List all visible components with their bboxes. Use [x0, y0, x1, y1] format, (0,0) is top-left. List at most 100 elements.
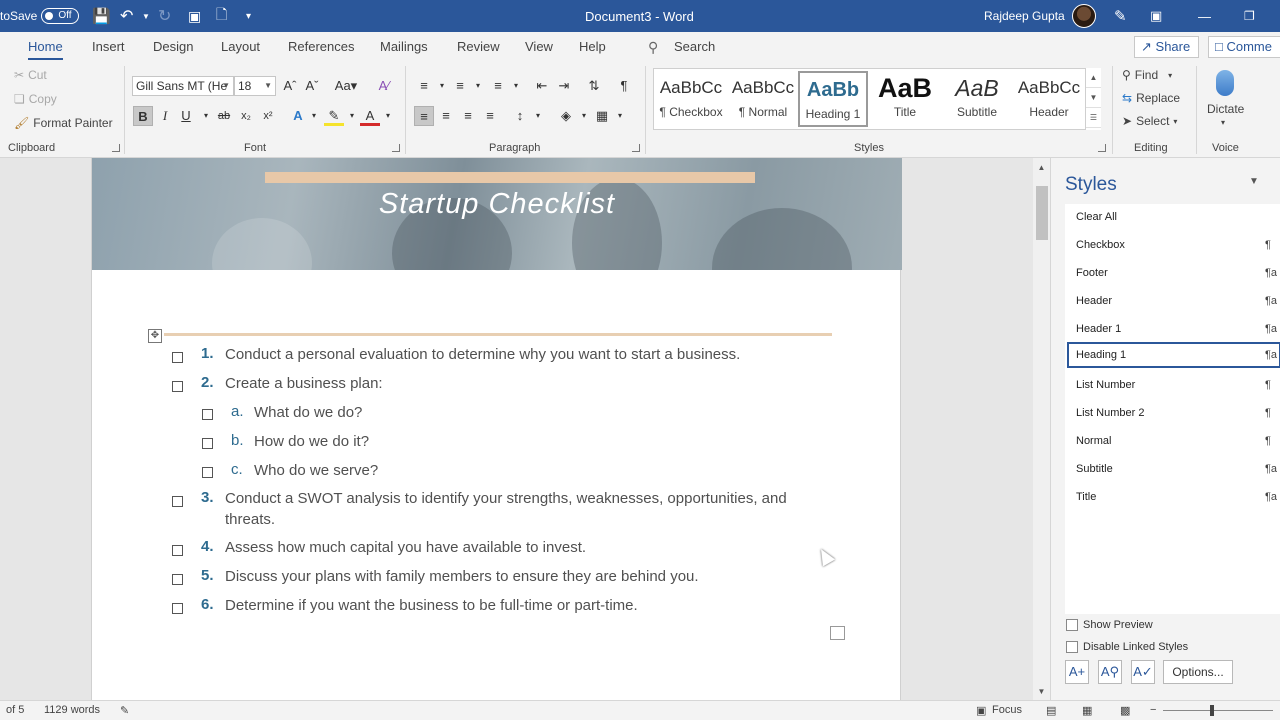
superscript-button[interactable]: x²	[258, 106, 278, 126]
checkbox[interactable]	[172, 574, 183, 585]
line-spacing-dropdown-icon[interactable]: ▾	[528, 106, 548, 126]
format-painter-button[interactable]: 🖌 Format Painter	[14, 116, 113, 130]
font-name-combo[interactable]: Gill Sans MT (He ▼	[132, 76, 234, 96]
ribbon-display-icon[interactable]: ▣	[1150, 0, 1162, 32]
highlight-icon[interactable]: ✎	[324, 106, 344, 126]
scroll-thumb[interactable]	[1036, 186, 1048, 240]
style-item-clear-all[interactable]: Clear All	[1065, 204, 1280, 230]
checkbox[interactable]	[172, 381, 183, 392]
disable-linked-styles-checkbox[interactable]	[1066, 641, 1078, 653]
style-item-normal[interactable]: Normal ¶	[1065, 428, 1280, 454]
web-layout-icon[interactable]: ▩	[1120, 704, 1130, 717]
font-color-icon[interactable]: A	[360, 106, 380, 126]
focus-icon[interactable]: ▣	[976, 704, 986, 717]
font-size-combo[interactable]: 18 ▼	[234, 76, 276, 96]
select-button[interactable]: ➤ Select ▾	[1122, 114, 1177, 128]
align-center-icon[interactable]: ≡	[436, 106, 456, 126]
tab-review[interactable]: Review	[457, 32, 500, 62]
text-effects-dropdown-icon[interactable]: ▾	[304, 106, 324, 126]
vertical-scrollbar[interactable]: ▲ ▼	[1033, 158, 1050, 700]
style-item-heading-1[interactable]: Heading 1 ¶a	[1067, 342, 1280, 368]
zoom-slider-thumb[interactable]	[1210, 705, 1214, 716]
comments-button[interactable]: □ Comme	[1208, 36, 1280, 58]
tab-references[interactable]: References	[288, 32, 354, 62]
checkbox[interactable]	[172, 496, 183, 507]
checkbox[interactable]	[172, 352, 183, 363]
align-right-icon[interactable]: ≡	[458, 106, 478, 126]
style-item-list-number[interactable]: List Number ¶	[1065, 372, 1280, 398]
tab-design[interactable]: Design	[153, 32, 193, 62]
justify-icon[interactable]: ≡	[480, 106, 500, 126]
multilevel-list-icon[interactable]: ≡	[488, 76, 508, 96]
bullets-icon[interactable]: ≡	[414, 76, 434, 96]
bold-button[interactable]: B	[133, 106, 153, 126]
checkbox[interactable]	[202, 409, 213, 420]
align-left-icon[interactable]: ≡	[414, 106, 434, 126]
underline-button[interactable]: U	[176, 106, 196, 126]
increase-indent-icon[interactable]: ⇥	[554, 76, 574, 96]
style-item-checkbox[interactable]: Checkbox ¶	[1065, 232, 1280, 258]
tab-layout[interactable]: Layout	[221, 32, 260, 62]
font-color-dropdown-icon[interactable]: ▾	[378, 106, 398, 126]
scroll-down-icon[interactable]: ▼	[1033, 684, 1050, 700]
paragraph-launcher-icon[interactable]	[632, 144, 640, 152]
style-normal[interactable]: AaBbCc ¶ Normal	[728, 71, 798, 127]
checkbox[interactable]	[202, 467, 213, 478]
show-marks-icon[interactable]: ¶	[614, 76, 634, 96]
dictate-button[interactable]: Dictate	[1207, 102, 1244, 116]
table-move-handle-icon[interactable]: ✥	[148, 329, 162, 343]
font-launcher-icon[interactable]	[392, 144, 400, 152]
redo-icon[interactable]: ↻	[158, 0, 171, 32]
italic-button[interactable]: I	[155, 106, 175, 126]
copy-button[interactable]: ❏ Copy	[14, 92, 57, 106]
word-count[interactable]: 1129 words	[44, 704, 100, 716]
microphone-icon[interactable]	[1216, 70, 1234, 96]
customize-qat-icon[interactable]: ▾	[246, 0, 251, 32]
proofing-icon[interactable]: ✎	[120, 704, 129, 717]
focus-mode-label[interactable]: Focus	[992, 704, 1022, 716]
replace-button[interactable]: ⇆ Replace	[1122, 91, 1180, 105]
style-item-title[interactable]: Title ¶a	[1065, 484, 1280, 510]
shading-icon[interactable]: ◈	[556, 106, 576, 126]
zoom-out-icon[interactable]: −	[1150, 704, 1156, 716]
undo-icon[interactable]: ↶	[120, 0, 133, 32]
document-page[interactable]: Startup Checklist ✥ 1. Conduct a persona…	[91, 158, 902, 700]
restore-icon[interactable]: ❐	[1244, 0, 1255, 32]
checkbox[interactable]	[172, 545, 183, 556]
clipboard-launcher-icon[interactable]	[112, 144, 120, 152]
pen-icon[interactable]: ✎	[1114, 0, 1127, 32]
print-layout-icon[interactable]: ▦	[1082, 704, 1092, 717]
highlight-dropdown-icon[interactable]: ▾	[342, 106, 362, 126]
new-style-icon[interactable]: A+	[1065, 660, 1089, 684]
style-item-subtitle[interactable]: Subtitle ¶a	[1065, 456, 1280, 482]
checkbox[interactable]	[172, 603, 183, 614]
shrink-font-icon[interactable]: Aˇ	[302, 76, 322, 96]
save-icon[interactable]: 💾	[92, 0, 111, 32]
share-button[interactable]: ↗ Share	[1134, 36, 1200, 58]
style-header[interactable]: AaBbCc Header	[1014, 71, 1084, 127]
touch-mode-icon[interactable]: ▣	[188, 0, 201, 32]
subscript-button[interactable]: x₂	[236, 106, 256, 126]
tab-help[interactable]: Help	[579, 32, 606, 62]
tab-insert[interactable]: Insert	[92, 32, 125, 62]
find-button[interactable]: ⚲ Find ▾	[1122, 68, 1172, 82]
search-icon[interactable]: ⚲	[648, 32, 658, 62]
grow-font-icon[interactable]: Aˆ	[280, 76, 300, 96]
show-preview-checkbox[interactable]	[1066, 619, 1078, 631]
style-heading-1[interactable]: AaBb Heading 1	[798, 71, 868, 127]
styles-launcher-icon[interactable]	[1098, 144, 1106, 152]
style-item-header[interactable]: Header ¶a	[1065, 288, 1280, 314]
manage-styles-icon[interactable]: A✓	[1131, 660, 1155, 684]
search-box[interactable]: Search	[674, 32, 715, 62]
dictate-dropdown-icon[interactable]: ▾	[1221, 118, 1225, 127]
line-spacing-icon[interactable]: ↕	[510, 106, 530, 126]
clear-formatting-icon[interactable]: A∕	[374, 76, 394, 96]
pane-options-icon[interactable]: ▼	[1249, 176, 1259, 187]
decrease-indent-icon[interactable]: ⇤	[532, 76, 552, 96]
user-name[interactable]: Rajdeep Gupta	[984, 0, 1065, 32]
zoom-slider[interactable]	[1163, 710, 1273, 711]
autosave-toggle[interactable]: Off	[41, 8, 80, 24]
gallery-up-icon[interactable]: ▲	[1086, 68, 1101, 88]
page-count[interactable]: of 5	[6, 704, 24, 716]
new-document-icon[interactable]: 🗋	[216, 0, 227, 32]
